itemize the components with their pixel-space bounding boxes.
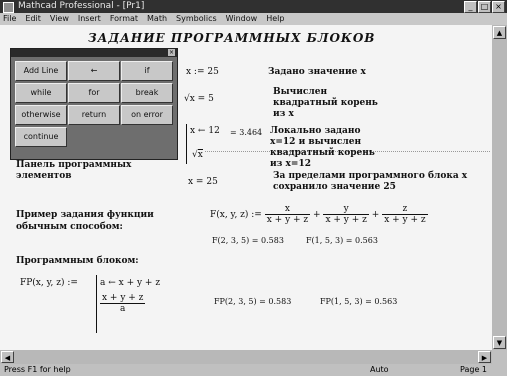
- programming-palette[interactable]: × Add Line ← if while for break otherwis…: [10, 48, 178, 160]
- x-after-eval[interactable]: x = 25: [188, 177, 218, 187]
- note-sqrt: Вычислен квадратный корень из x: [273, 87, 378, 119]
- status-page: Page 1: [460, 365, 487, 374]
- program-fraction: x + y + za: [100, 293, 146, 314]
- sqrt-expression: x = 5: [189, 94, 214, 104]
- palette-caption: Панель программных элементов: [16, 160, 132, 181]
- local-assign-button[interactable]: ←: [68, 61, 120, 81]
- menu-symbolics[interactable]: Symbolics: [176, 13, 217, 25]
- local-assign[interactable]: x ← 12: [190, 126, 220, 136]
- break-button[interactable]: break: [121, 83, 173, 103]
- local-result: = 3.464: [230, 128, 263, 137]
- continue-button[interactable]: continue: [15, 127, 67, 147]
- scroll-up-icon[interactable]: ▲: [493, 26, 506, 39]
- assign-x[interactable]: x := 25: [186, 67, 219, 77]
- menu-edit[interactable]: Edit: [25, 13, 41, 25]
- function-label: Пример задания функции обычным способом:: [16, 210, 154, 232]
- scroll-down-icon[interactable]: ▼: [493, 336, 506, 349]
- title-bar: Mathcad Professional - [Pr1] _ □ ×: [0, 0, 507, 13]
- program-line-1[interactable]: a ← x + y + z: [100, 278, 160, 288]
- vertical-scrollbar[interactable]: ▲ ▼: [492, 25, 507, 350]
- program-eval-1[interactable]: FP(2, 3, 5) = 0.583: [214, 297, 291, 306]
- function-eval-1[interactable]: F(2, 3, 5) = 0.583: [212, 236, 284, 245]
- menu-view[interactable]: View: [50, 13, 69, 25]
- horizontal-scrollbar[interactable]: ◀ ▶: [0, 350, 492, 364]
- return-button[interactable]: return: [68, 105, 120, 125]
- scroll-right-icon[interactable]: ▶: [478, 351, 491, 363]
- program-eval-2[interactable]: FP(1, 5, 3) = 0.563: [320, 297, 397, 306]
- note-assign: Задано значение x: [268, 67, 366, 77]
- fraction-y: yx + y + z: [323, 204, 369, 225]
- palette-close-icon[interactable]: ×: [168, 49, 175, 56]
- page-heading: ЗАДАНИЕ ПРОГРАММНЫХ БЛОКОВ: [88, 31, 376, 45]
- sqrt-icon: √: [192, 150, 198, 160]
- while-button[interactable]: while: [15, 83, 67, 103]
- local-sqrt[interactable]: √x: [192, 149, 203, 160]
- on-error-button[interactable]: on error: [121, 105, 173, 125]
- status-hint: Press F1 for help: [4, 365, 71, 374]
- menu-format[interactable]: Format: [110, 13, 138, 25]
- window-title: Mathcad Professional - [Pr1]: [18, 1, 145, 11]
- menu-insert[interactable]: Insert: [78, 13, 101, 25]
- status-mode: Auto: [370, 365, 389, 374]
- palette-titlebar[interactable]: [11, 49, 177, 57]
- scroll-left-icon[interactable]: ◀: [1, 351, 14, 363]
- if-button[interactable]: if: [121, 61, 173, 81]
- function-eval-2[interactable]: F(1, 5, 3) = 0.563: [306, 236, 378, 245]
- window-controls: _ □ ×: [464, 1, 505, 13]
- status-bar: Press F1 for help Auto Page 1: [0, 364, 507, 376]
- close-button[interactable]: ×: [492, 1, 505, 13]
- program-label: Программным блоком:: [16, 256, 139, 266]
- note-outside: За пределами программного блока x сохран…: [273, 171, 468, 192]
- function-lhs: F(x, y, z) :=: [210, 210, 262, 220]
- menu-help[interactable]: Help: [266, 13, 284, 25]
- add-line-button[interactable]: Add Line: [15, 61, 67, 81]
- maximize-button[interactable]: □: [478, 1, 491, 13]
- minimize-button[interactable]: _: [464, 1, 477, 13]
- sqrt-eval[interactable]: √x = 5: [184, 94, 214, 104]
- function-definition[interactable]: F(x, y, z) := xx + y + z + yx + y + z + …: [210, 204, 428, 225]
- app-icon[interactable]: [3, 2, 14, 13]
- program-line-2[interactable]: x + y + za: [100, 293, 146, 314]
- otherwise-button[interactable]: otherwise: [15, 105, 67, 125]
- program-lhs[interactable]: FP(x, y, z) :=: [20, 278, 78, 288]
- for-button[interactable]: for: [68, 83, 120, 103]
- menu-file[interactable]: File: [3, 13, 16, 25]
- program-block-bar: [96, 275, 97, 333]
- menu-bar: File Edit View Insert Format Math Symbol…: [0, 13, 507, 25]
- note-local: Локально задано x=12 и вычислен квадратн…: [270, 126, 375, 169]
- program-bar: [186, 124, 187, 164]
- fraction-x: xx + y + z: [264, 204, 311, 225]
- menu-window[interactable]: Window: [226, 13, 258, 25]
- menu-math[interactable]: Math: [147, 13, 167, 25]
- fraction-z: zx + y + z: [382, 204, 428, 225]
